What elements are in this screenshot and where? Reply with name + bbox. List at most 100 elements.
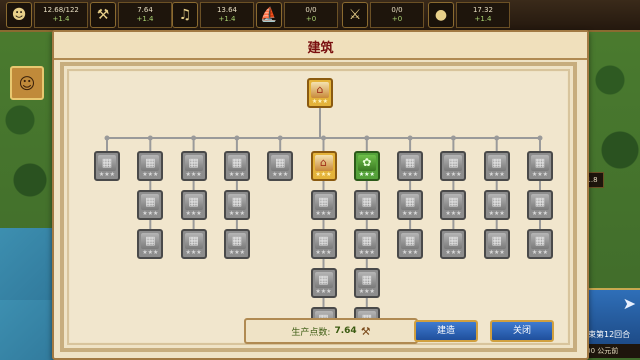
building-tile-pottery[interactable]: ▦ ★★★ xyxy=(397,190,424,220)
harbor-icon: ▦ xyxy=(444,233,463,249)
building-tile-tower[interactable]: ▦ ★★★ xyxy=(223,151,250,181)
resource-delta: +1.4 xyxy=(52,15,70,23)
close-button[interactable]: 关闭 xyxy=(490,320,554,342)
star-rating: ★★★ xyxy=(142,171,159,178)
star-rating: ★★★ xyxy=(315,171,332,178)
star-rating: ★★★ xyxy=(228,171,245,178)
resource-production[interactable]: ⚒ 7.64 +1.4 xyxy=(90,2,172,28)
building-tile-quarry[interactable]: ▦ ★★★ xyxy=(483,190,510,220)
building-tile-bakery[interactable]: ▦ ★★★ xyxy=(397,151,424,181)
building-tile-house[interactable]: ⌂ ★★★ xyxy=(307,78,333,108)
building-tile-mill[interactable]: ▦ ★★★ xyxy=(353,229,380,259)
building-tile-sawmill[interactable]: ▦ ★★★ xyxy=(483,229,510,259)
star-rating: ★★★ xyxy=(185,249,202,256)
resource-value: 7.64 xyxy=(137,6,153,14)
vineyard-icon: ▦ xyxy=(357,272,376,288)
building-tile-granary[interactable]: ▦ ★★★ xyxy=(353,190,380,220)
star-rating: ★★★ xyxy=(358,171,375,178)
wall-icon: ▦ xyxy=(271,155,290,171)
statue-icon: ▦ xyxy=(141,233,160,249)
star-rating: ★★★ xyxy=(315,288,332,295)
dock-icon: ▦ xyxy=(444,155,463,171)
building-tile-wall[interactable]: ▦ ★★★ xyxy=(267,151,294,181)
resource-value: 12.68/122 xyxy=(43,6,79,14)
buildings-dialog: 建筑 ⌂ ★★★ ▦ ★★★ ▦ ★★★ ▦ ★★★ ▦ ★★★ ▦ ★★★ ▦ ★★★ ▦ ★★★ ▦ ★★★ ▦… xyxy=(52,30,589,360)
pottery-icon: ▦ xyxy=(401,194,420,210)
building-tile-hut[interactable]: ▦ ★★★ xyxy=(310,190,337,220)
building-tile-dock[interactable]: ▦ ★★★ xyxy=(440,151,467,181)
fishery-icon: ▦ xyxy=(444,194,463,210)
building-tile-bridge[interactable]: ▦ ★★★ xyxy=(527,190,553,220)
next-turn-button[interactable]: ➤ 束第12回合 xyxy=(582,288,640,348)
star-rating: ★★★ xyxy=(185,210,202,217)
star-rating: ★★★ xyxy=(488,249,505,256)
building-tile-temple[interactable]: ▦ ★★★ xyxy=(137,151,164,181)
building-tile-fishery[interactable]: ▦ ★★★ xyxy=(440,190,467,220)
building-tile-house[interactable]: ⌂ ★★★ xyxy=(310,151,337,181)
road-icon: ▦ xyxy=(314,272,333,288)
building-tile-lighthouse[interactable]: ▦ ★★★ xyxy=(527,229,553,259)
resource-military[interactable]: ⚔ 0/0 +0 xyxy=(342,2,424,28)
star-rating: ★★★ xyxy=(402,210,419,217)
building-tile-barracks[interactable]: ▦ ★★★ xyxy=(180,229,207,259)
building-tile-harbor[interactable]: ▦ ★★★ xyxy=(440,229,467,259)
quarry-icon: ▦ xyxy=(487,194,506,210)
building-tile-well[interactable]: ▦ ★★★ xyxy=(137,190,164,220)
arena-icon: ▦ xyxy=(227,233,246,249)
resource-culture[interactable]: ♫ 13.64 +1.4 xyxy=(172,2,254,28)
building-tile-warehouse[interactable]: ▦ ★★★ xyxy=(397,229,424,259)
star-rating: ★★★ xyxy=(531,210,549,217)
star-rating: ★★★ xyxy=(358,210,375,217)
building-tile-forge[interactable]: ▦ ★★★ xyxy=(180,151,207,181)
star-rating: ★★★ xyxy=(402,171,419,178)
star-rating: ★★★ xyxy=(488,171,505,178)
star-rating: ★★★ xyxy=(358,288,375,295)
resource-delta: +1.4 xyxy=(218,15,236,23)
resource-ships[interactable]: ⛵ 0/0 +0 xyxy=(256,2,338,28)
production-points-value: 7.64 xyxy=(334,326,357,336)
lighthouse-icon: ▦ xyxy=(531,233,549,249)
star-rating: ★★★ xyxy=(185,171,202,178)
mine-icon: ▦ xyxy=(487,155,506,171)
building-tile-stable[interactable]: ▦ ★★★ xyxy=(223,190,250,220)
building-tile-vineyard[interactable]: ▦ ★★★ xyxy=(353,268,380,298)
resource-population[interactable]: ☻ 12.68/122 +1.4 xyxy=(6,2,88,28)
building-tile-road[interactable]: ▦ ★★★ xyxy=(310,268,337,298)
resource-value: 17.32 xyxy=(472,6,494,14)
workshop-icon: ▦ xyxy=(184,194,203,210)
building-tile-mine[interactable]: ▦ ★★★ xyxy=(483,151,510,181)
monument-icon: ▦ xyxy=(314,233,333,249)
star-rating: ★★★ xyxy=(98,171,116,178)
star-rating: ★★★ xyxy=(531,171,549,178)
star-rating: ★★★ xyxy=(531,249,549,256)
building-tile-statue[interactable]: ▦ ★★★ xyxy=(137,229,164,259)
star-rating: ★★★ xyxy=(272,171,289,178)
granary-icon: ▦ xyxy=(357,194,376,210)
dialog-title-bar: 建筑 xyxy=(54,32,587,60)
forge-icon: ▦ xyxy=(184,155,203,171)
building-tile-monument[interactable]: ▦ ★★★ xyxy=(310,229,337,259)
build-button[interactable]: 建造 xyxy=(414,320,478,342)
building-tile-building[interactable]: ▦ ★★★ xyxy=(94,151,120,181)
temple-icon: ▦ xyxy=(141,155,160,171)
stable-icon: ▦ xyxy=(227,194,246,210)
star-rating: ★★★ xyxy=(142,249,159,256)
lyre-icon: ♫ xyxy=(172,2,198,28)
swords-icon: ⚔ xyxy=(342,2,368,28)
resource-gold[interactable]: ● 17.32 +1.4 xyxy=(428,2,510,28)
dialog-title: 建筑 xyxy=(307,41,334,56)
building-tile-arena[interactable]: ▦ ★★★ xyxy=(223,229,250,259)
building-tile-farm[interactable]: ✿ ★★★ xyxy=(353,151,380,181)
next-arrow-icon: ➤ xyxy=(622,294,636,313)
hut-icon: ▦ xyxy=(314,194,333,210)
warehouse-icon: ▦ xyxy=(401,233,420,249)
hero-portrait-button[interactable]: ☺ xyxy=(10,66,44,100)
bakery-icon: ▦ xyxy=(401,155,420,171)
star-rating: ★★★ xyxy=(445,210,462,217)
star-rating: ★★★ xyxy=(445,171,462,178)
sawmill-icon: ▦ xyxy=(487,233,506,249)
building-tile-workshop[interactable]: ▦ ★★★ xyxy=(180,190,207,220)
building-tile-aqueduct[interactable]: ▦ ★★★ xyxy=(527,151,553,181)
resource-value: 0/0 xyxy=(391,6,403,14)
star-rating: ★★★ xyxy=(315,249,332,256)
